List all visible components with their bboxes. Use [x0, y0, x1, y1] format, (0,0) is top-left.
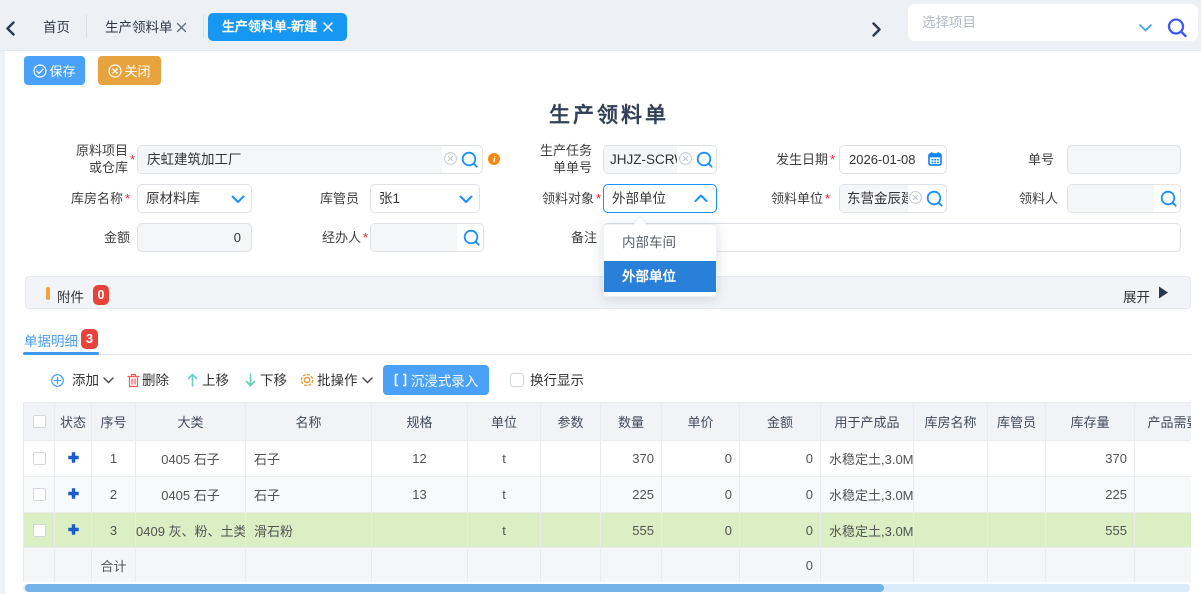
svg-text:i: i: [493, 155, 496, 165]
